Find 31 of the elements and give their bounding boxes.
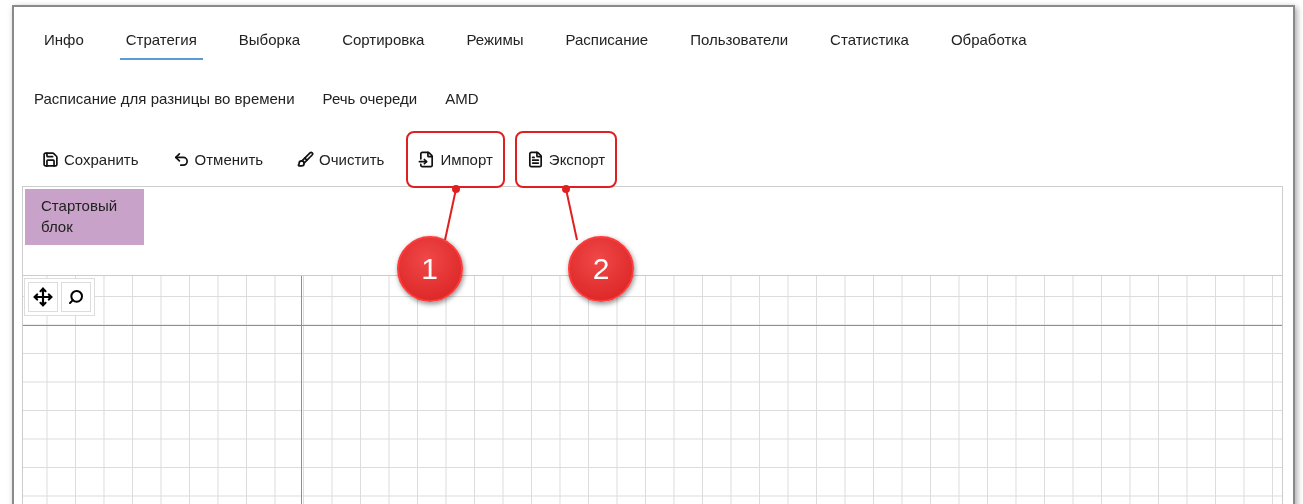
tab[interactable]: Обработка — [944, 27, 1033, 60]
tab[interactable]: Стратегия — [119, 27, 203, 60]
brush-icon — [297, 151, 315, 168]
leader-line — [561, 184, 580, 240]
save-button[interactable]: Сохранить — [36, 143, 145, 176]
tab[interactable]: Выборка — [232, 27, 307, 60]
leader-line — [442, 184, 461, 240]
undo-button[interactable]: Отменить — [166, 143, 270, 176]
tab[interactable]: Пользователи — [684, 27, 795, 60]
file-import-icon — [418, 151, 436, 168]
pan-button[interactable] — [28, 282, 58, 312]
import-button[interactable]: Импорт — [412, 143, 499, 176]
tab[interactable]: Режимы — [460, 27, 530, 60]
clear-button[interactable]: Очистить — [291, 143, 391, 176]
start-block[interactable]: Стартовый блок — [25, 189, 144, 245]
subtab[interactable]: AMD — [445, 90, 479, 107]
move-icon — [33, 287, 53, 307]
tab[interactable]: Сортировка — [336, 27, 431, 60]
undo-icon — [172, 151, 190, 168]
save-icon — [42, 151, 59, 168]
document-icon — [526, 151, 544, 168]
tab[interactable]: Расписание — [559, 27, 655, 60]
subtab[interactable]: Расписание для разницы во времени — [34, 90, 295, 107]
zoom-button[interactable] — [61, 282, 91, 312]
tab[interactable]: Инфо — [38, 27, 90, 60]
export-button[interactable]: Экспорт — [520, 143, 612, 176]
callout-number: 2 — [568, 236, 635, 302]
subtab[interactable]: Речь очереди — [322, 90, 418, 107]
tab[interactable]: Статистика — [824, 27, 915, 60]
search-icon — [68, 289, 84, 305]
callout-number: 1 — [396, 236, 463, 302]
